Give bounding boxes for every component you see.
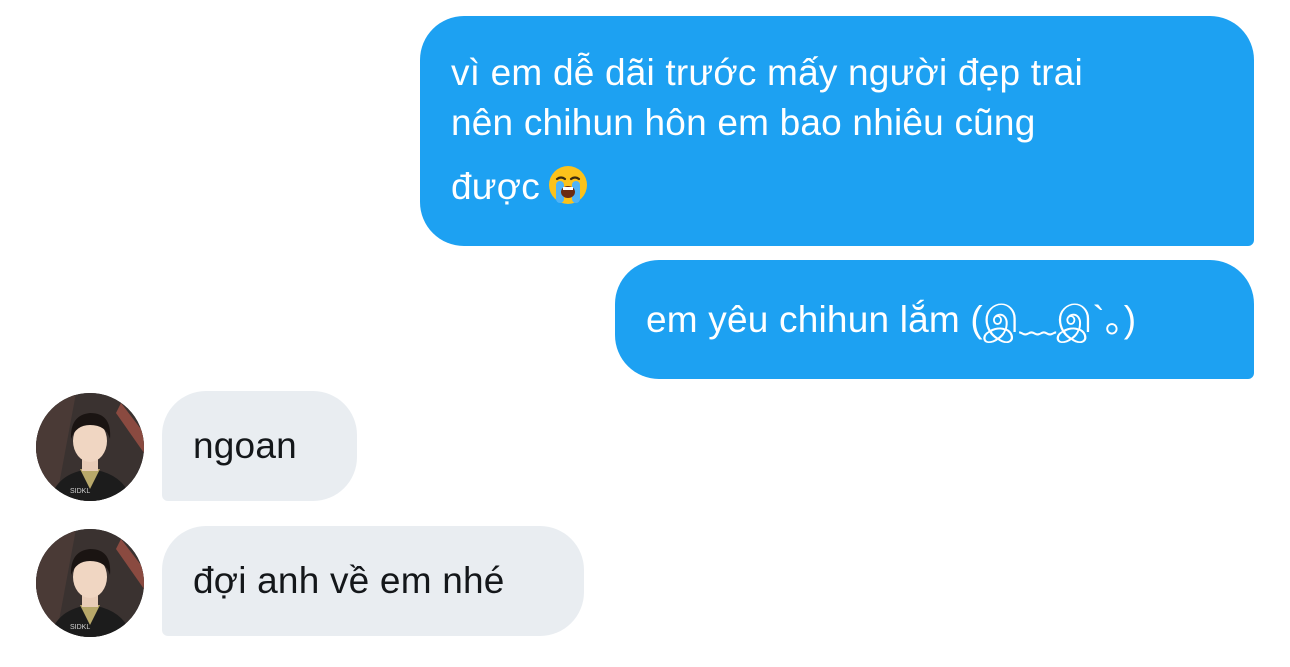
avatar[interactable]: SIDKL [36,529,144,637]
message-text-line: vì em dễ dãi trước mấy người đẹp trai [451,52,1083,93]
profile-photo-icon: SIDKL [36,393,144,501]
sent-message-bubble[interactable]: vì em dễ dãi trước mấy người đẹp trai nê… [420,16,1254,246]
message-text-line: nên chihun hôn em bao nhiêu cũng [451,102,1036,143]
message-text: đợi anh về em nhé [193,560,505,601]
svg-text:SIDKL: SIDKL [70,624,90,631]
profile-photo-icon: SIDKL [36,529,144,637]
svg-text:SIDKL: SIDKL [70,488,90,495]
avatar[interactable]: SIDKL [36,393,144,501]
sent-message-bubble[interactable]: em yêu chihun lắm (இ﹏இ`｡) [615,260,1254,379]
message-text: ngoan [193,425,297,466]
received-message-bubble[interactable]: ngoan [162,391,357,501]
message-text-line-content: được [451,166,540,207]
message-text-line: được [451,162,1214,212]
message-text: em yêu chihun lắm (இ﹏இ`｡) [646,299,1137,340]
received-message-bubble[interactable]: đợi anh về em nhé [162,526,584,636]
loudly-crying-face-icon [548,165,588,205]
